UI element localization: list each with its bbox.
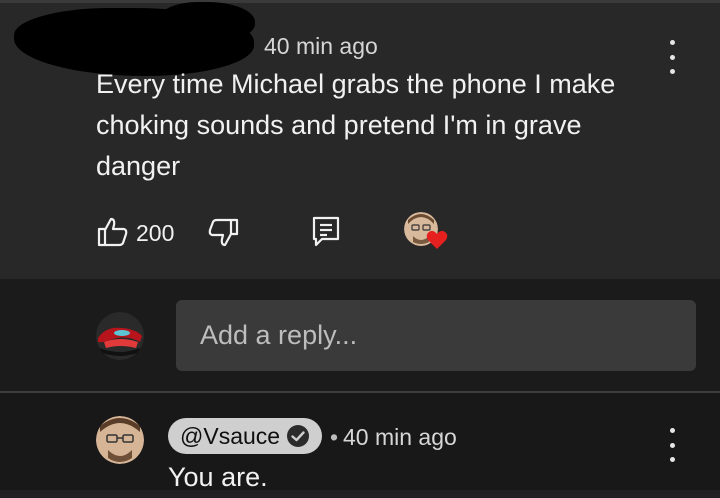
meta-separator: • <box>330 424 339 450</box>
avatar[interactable] <box>96 416 144 464</box>
more-vertical-icon[interactable] <box>662 40 682 74</box>
channel-handle: @Vsauce <box>180 422 281 449</box>
reply-input-placeholder: Add a reply... <box>200 320 358 350</box>
comment-text: Every time Michael grabs the phone I mak… <box>96 64 615 187</box>
channel-handle-chip[interactable]: @Vsauce <box>168 418 323 454</box>
top-divider <box>0 0 720 3</box>
comment-text-line: Every time Michael grabs the phone I mak… <box>96 69 616 99</box>
like-count: 200 <box>136 220 175 246</box>
comment-text-line: danger <box>96 151 181 181</box>
more-vertical-icon[interactable] <box>662 428 682 462</box>
reply-text: You are. <box>168 462 268 492</box>
thumbs-up-icon[interactable] <box>96 215 130 249</box>
avatar <box>96 312 144 360</box>
reply-icon[interactable] <box>310 215 342 247</box>
comment-timestamp: 40 min ago <box>264 33 378 59</box>
thumbs-down-icon[interactable] <box>206 216 240 250</box>
reply-timestamp: 40 min ago <box>343 424 457 450</box>
creator-heart-icon <box>426 230 448 250</box>
comment-text-line: choking sounds and pretend I'm in grave <box>96 110 582 140</box>
verified-check-icon <box>286 424 310 448</box>
reply-input[interactable]: Add a reply... <box>176 300 696 371</box>
